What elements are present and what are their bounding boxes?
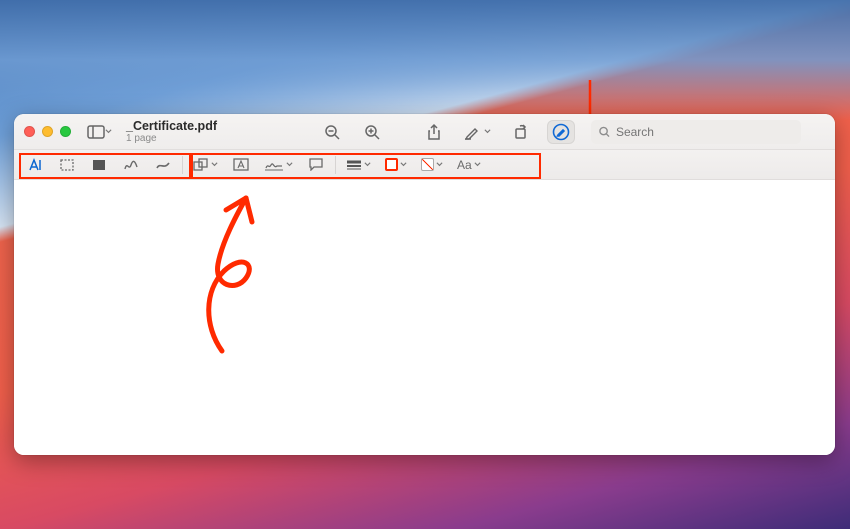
- sidebar-icon: [87, 125, 105, 139]
- redact-tool[interactable]: [86, 154, 112, 176]
- zoom-in-icon: [364, 124, 380, 140]
- preview-window: _Certificate.pdf 1 page: [14, 114, 835, 455]
- zoom-in-button[interactable]: [358, 120, 386, 144]
- chevron-down-icon: [400, 161, 407, 168]
- text-style-label: Aa: [457, 158, 472, 172]
- chevron-down-icon: [436, 161, 443, 168]
- sketch-icon: [123, 159, 139, 171]
- fill-color-picker[interactable]: [417, 154, 447, 176]
- separator: [335, 156, 336, 174]
- search-field[interactable]: [591, 120, 801, 144]
- highlight-pen-icon: [464, 124, 480, 140]
- redact-icon: [92, 159, 106, 171]
- rotate-button[interactable]: [507, 120, 535, 144]
- freehand-annotation-swirl: [174, 186, 274, 356]
- draw-tool[interactable]: [150, 154, 176, 176]
- signature-icon: [264, 159, 284, 171]
- close-window-button[interactable]: [24, 126, 35, 137]
- text-style-picker[interactable]: Aa: [453, 154, 485, 176]
- stroke-color-swatch: [385, 158, 398, 171]
- markup-group-style: Aa: [342, 154, 485, 176]
- document-title: _Certificate.pdf: [126, 119, 217, 133]
- highlight-button[interactable]: [460, 120, 495, 144]
- sign-tool[interactable]: [260, 154, 297, 176]
- shapes-icon: [193, 158, 209, 172]
- window-controls: [24, 126, 71, 137]
- chevron-down-icon: [286, 161, 293, 168]
- chevron-down-icon: [105, 128, 112, 135]
- chevron-down-icon: [364, 161, 371, 168]
- page-count: 1 page: [126, 133, 157, 145]
- markup-group-insert: [189, 154, 329, 176]
- search-input[interactable]: [616, 125, 793, 139]
- fill-color-swatch: [421, 158, 434, 171]
- markup-toggle-button[interactable]: [547, 120, 575, 144]
- note-tool[interactable]: [303, 154, 329, 176]
- share-button[interactable]: [420, 120, 448, 144]
- markup-group-selection: [22, 154, 176, 176]
- search-icon: [599, 126, 610, 138]
- rectangle-select-icon: [60, 159, 74, 171]
- toolbar-right: [318, 120, 575, 144]
- document-title-block: _Certificate.pdf 1 page: [126, 119, 256, 145]
- note-icon: [309, 158, 323, 171]
- draw-icon: [155, 159, 171, 171]
- shapes-tool[interactable]: [189, 154, 222, 176]
- share-icon: [427, 123, 441, 141]
- markup-pen-icon: [552, 123, 570, 141]
- chevron-down-icon: [211, 161, 218, 168]
- chevron-down-icon: [474, 161, 481, 168]
- zoom-out-icon: [324, 124, 340, 140]
- rotate-icon: [513, 124, 529, 140]
- line-style-icon: [346, 160, 362, 170]
- rectangular-selection-tool[interactable]: [54, 154, 80, 176]
- separator: [182, 156, 183, 174]
- text-selection-tool[interactable]: [22, 154, 48, 176]
- document-canvas[interactable]: [14, 180, 835, 455]
- zoom-out-button[interactable]: [318, 120, 346, 144]
- titlebar: _Certificate.pdf 1 page: [14, 114, 835, 150]
- textbox-tool[interactable]: [228, 154, 254, 176]
- zoom-window-button[interactable]: [60, 126, 71, 137]
- text-box-icon: [233, 158, 249, 171]
- sketch-tool[interactable]: [118, 154, 144, 176]
- line-style-picker[interactable]: [342, 154, 375, 176]
- chevron-down-icon: [484, 128, 491, 135]
- markup-toolbar: Aa: [14, 150, 835, 180]
- sidebar-toggle[interactable]: [83, 120, 116, 144]
- stroke-color-picker[interactable]: [381, 154, 411, 176]
- text-cursor-icon: [27, 158, 43, 172]
- minimize-window-button[interactable]: [42, 126, 53, 137]
